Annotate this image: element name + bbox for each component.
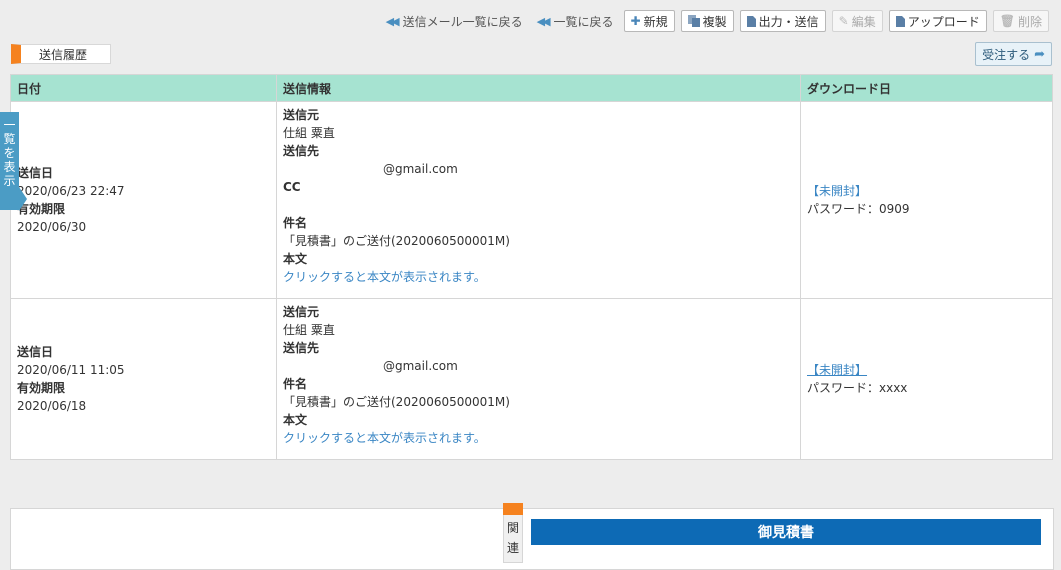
estimate-preview-panel: 関 連 御見積書 xyxy=(10,503,1054,570)
back-to-list-label: 一覧に戻る xyxy=(553,14,614,29)
unopened-status[interactable]: 【未開封】 xyxy=(807,182,1046,200)
document-send-icon xyxy=(746,15,756,27)
body-link[interactable]: クリックすると本文が表示されます。 xyxy=(283,268,794,286)
trash-icon: 🗑 xyxy=(999,14,1015,28)
password-value: パスワード：0909 xyxy=(807,202,910,216)
copy-icon xyxy=(687,15,700,27)
unopened-status[interactable]: 【未開封】 xyxy=(807,361,1046,379)
table-header-row: 日付 送信情報 ダウンロード日 xyxy=(10,74,1053,102)
to-label: 送信先 xyxy=(283,341,320,355)
pencil-icon: ✎ xyxy=(838,14,849,28)
info-cell: 送信元 仕組 粟直 送信先 @gmail.com 件名 「見積書」のご送付(20… xyxy=(276,298,801,460)
side-tab-char: 示 xyxy=(3,174,16,188)
section-title: 送信履歴 xyxy=(11,44,111,64)
back-to-sent-list-link[interactable]: ◀◀ 送信メール一覧に戻る xyxy=(382,13,527,30)
subject-value: 「見積書」のご送付(2020060500001M) xyxy=(283,395,510,409)
duplicate-button[interactable]: 複製 xyxy=(680,10,734,32)
section-title-label: 送信履歴 xyxy=(39,47,88,62)
cc-label: CC xyxy=(283,180,301,194)
table-row: 送信日 2020/06/11 11:05 有効期限 2020/06/18 送信元… xyxy=(10,298,1053,460)
edit-button-label: 編集 xyxy=(851,14,876,29)
back-to-list-link[interactable]: ◀◀ 一覧に戻る xyxy=(533,13,618,30)
document-icon xyxy=(895,15,905,27)
subject-value: 「見積書」のご送付(2020060500001M) xyxy=(283,234,510,248)
from-value: 仕組 粟直 xyxy=(283,323,335,337)
expiry-label: 有効期限 xyxy=(17,381,66,395)
share-arrow-icon: ➦ xyxy=(1034,46,1045,62)
info-cell: 送信元 仕組 粟直 送信先 @gmail.com CC 件名 「見積書」のご送付… xyxy=(276,101,801,299)
from-value: 仕組 粟直 xyxy=(283,126,335,140)
side-tab-char: 一 xyxy=(3,118,16,132)
subject-label: 件名 xyxy=(283,216,308,230)
double-left-arrow-icon: ◀◀ xyxy=(385,14,400,28)
body-link[interactable]: クリックすると本文が表示されます。 xyxy=(283,429,794,447)
order-button[interactable]: 受注する ➦ xyxy=(975,42,1052,66)
download-cell: 【未開封】 パスワード：xxxx xyxy=(800,298,1053,460)
upload-button-label: アップロード xyxy=(907,14,980,29)
download-cell: 【未開封】 パスワード：0909 xyxy=(800,101,1053,299)
back-to-sent-list-label: 送信メール一覧に戻る xyxy=(402,14,523,29)
expiry-value: 2020/06/30 xyxy=(17,220,87,234)
to-value: @gmail.com xyxy=(383,162,458,176)
plus-icon: ✚ xyxy=(630,14,641,28)
side-tab-char: 表 xyxy=(3,160,16,174)
sent-date-value: 2020/06/11 11:05 xyxy=(17,363,125,377)
column-header-download: ダウンロード日 xyxy=(800,74,1053,102)
column-header-date: 日付 xyxy=(10,74,277,102)
double-left-arrow-icon: ◀◀ xyxy=(536,14,551,28)
related-tab[interactable]: 関 連 xyxy=(503,503,523,563)
order-button-label: 受注する xyxy=(982,47,1031,62)
related-tab-char: 連 xyxy=(506,541,519,555)
to-value: @gmail.com xyxy=(383,359,458,373)
cc-value xyxy=(283,196,794,214)
upload-button[interactable]: アップロード xyxy=(888,10,987,32)
sent-date-label: 送信日 xyxy=(17,166,54,180)
password-value: パスワード：xxxx xyxy=(807,381,908,395)
new-button[interactable]: ✚ 新規 xyxy=(623,10,675,32)
body-label: 本文 xyxy=(283,413,308,427)
date-cell: 送信日 2020/06/11 11:05 有効期限 2020/06/18 xyxy=(10,298,277,460)
column-header-info: 送信情報 xyxy=(276,74,801,102)
output-send-button-label: 出力・送信 xyxy=(758,14,819,29)
related-tab-char: 関 xyxy=(506,521,519,535)
body-label: 本文 xyxy=(283,252,308,266)
new-button-label: 新規 xyxy=(643,14,668,29)
from-label: 送信元 xyxy=(283,305,320,319)
sent-date-label: 送信日 xyxy=(17,345,54,359)
output-send-button[interactable]: 出力・送信 xyxy=(739,10,826,32)
sent-date-value: 2020/06/23 22:47 xyxy=(17,184,125,198)
expiry-value: 2020/06/18 xyxy=(17,399,87,413)
date-cell: 送信日 2020/06/23 22:47 有効期限 2020/06/30 xyxy=(10,101,277,299)
toolbar: ◀◀ 送信メール一覧に戻る ◀◀ 一覧に戻る ✚ 新規 複製 出力・送信 ✎ 編… xyxy=(382,10,1049,32)
side-tab-char: を xyxy=(3,146,16,160)
edit-button[interactable]: ✎ 編集 xyxy=(831,10,883,32)
to-label: 送信先 xyxy=(283,144,320,158)
delete-button-label: 削除 xyxy=(1017,14,1042,29)
estimate-title: 御見積書 xyxy=(531,519,1041,545)
side-tab-char: 覧 xyxy=(3,132,16,146)
delete-button[interactable]: 🗑 削除 xyxy=(992,10,1049,32)
show-list-side-tab[interactable]: 一 覧 を 表 示 xyxy=(0,112,27,211)
subject-label: 件名 xyxy=(283,377,308,391)
from-label: 送信元 xyxy=(283,108,320,122)
expiry-label: 有効期限 xyxy=(17,202,66,216)
table-row: 送信日 2020/06/23 22:47 有効期限 2020/06/30 送信元… xyxy=(10,101,1053,299)
duplicate-button-label: 複製 xyxy=(702,14,727,29)
send-history-table: 日付 送信情報 ダウンロード日 送信日 2020/06/23 22:47 有効期… xyxy=(10,74,1053,460)
